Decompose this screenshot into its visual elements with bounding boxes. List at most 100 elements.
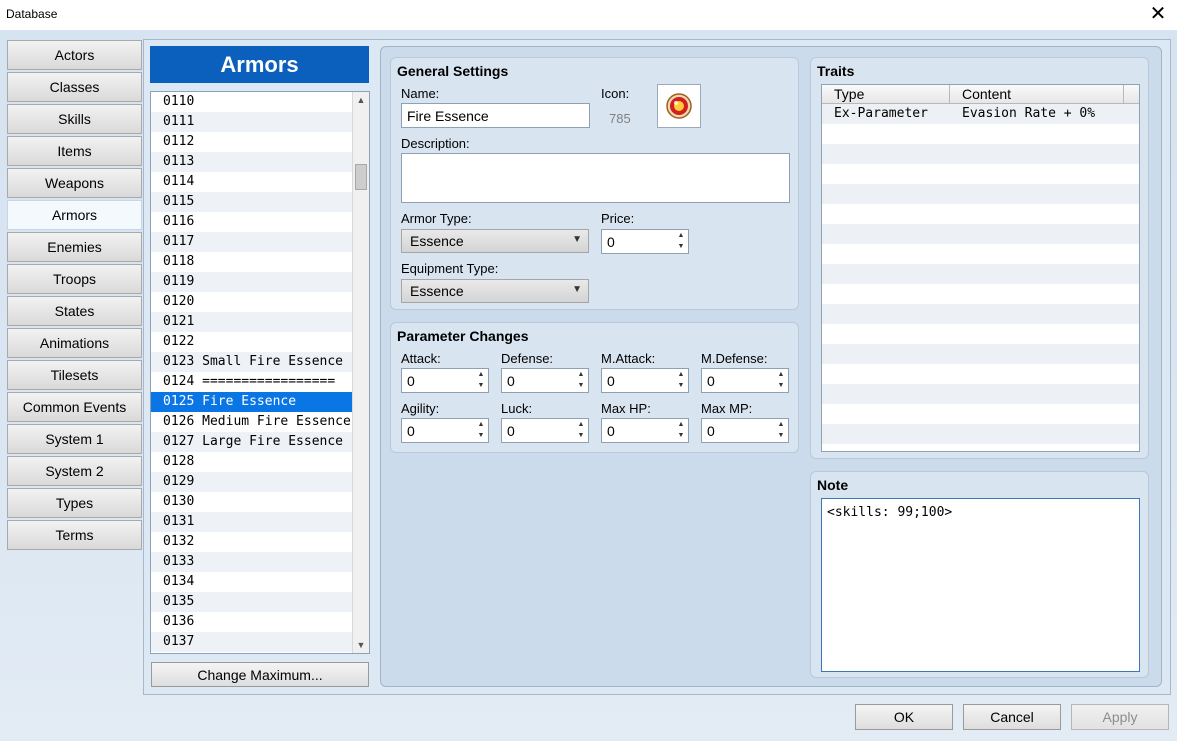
list-item[interactable]: 0136 (151, 612, 369, 632)
list-item[interactable]: 0117 (151, 232, 369, 252)
tab-states[interactable]: States (7, 296, 142, 326)
tab-system-1[interactable]: System 1 (7, 424, 142, 454)
tab-enemies[interactable]: Enemies (7, 232, 142, 262)
table-row[interactable] (822, 324, 1139, 344)
list-item[interactable]: 0124 ================= (151, 372, 369, 392)
description-field[interactable] (401, 153, 790, 203)
list-item[interactable]: 0121 (151, 312, 369, 332)
list-item[interactable]: 0130 (151, 492, 369, 512)
list-item[interactable]: 0128 (151, 452, 369, 472)
spin-arrows-icon[interactable]: ▲ ▼ (576, 369, 586, 391)
table-row[interactable] (822, 164, 1139, 184)
table-row[interactable]: Ex-Parameter Evasion Rate + 0% (822, 104, 1139, 124)
traits-table[interactable]: Type Content Ex-Parameter Evasion Rate + … (821, 84, 1140, 452)
tab-terms[interactable]: Terms (7, 520, 142, 550)
max-hp-value: 0 (607, 422, 615, 439)
spin-arrows-icon[interactable]: ▲ ▼ (676, 419, 686, 441)
list-item[interactable]: 0118 (151, 252, 369, 272)
armor-type-select[interactable]: Essence ▼ (401, 229, 589, 253)
list-item[interactable]: 0137 (151, 632, 369, 652)
equipment-type-select[interactable]: Essence ▼ (401, 279, 589, 303)
tab-tilesets[interactable]: Tilesets (7, 360, 142, 390)
list-item[interactable]: 0115 (151, 192, 369, 212)
table-row[interactable] (822, 284, 1139, 304)
spin-arrows-icon[interactable]: ▲ ▼ (676, 230, 686, 252)
max-hp-stepper[interactable]: 0 ▲ ▼ (601, 418, 689, 443)
scroll-up-icon[interactable]: ▲ (353, 92, 369, 108)
price-stepper[interactable]: 0 ▲ ▼ (601, 229, 689, 254)
list-item[interactable]: 0132 (151, 532, 369, 552)
list-scrollbar[interactable]: ▲ ▼ (352, 92, 369, 653)
list-item[interactable]: 0116 (151, 212, 369, 232)
list-item[interactable]: 0111 (151, 112, 369, 132)
agility-stepper[interactable]: 0 ▲ ▼ (401, 418, 489, 443)
table-row[interactable] (822, 384, 1139, 404)
mdefense-stepper[interactable]: 0 ▲ ▼ (701, 368, 789, 393)
list-item[interactable]: 0112 (151, 132, 369, 152)
traits-col-type[interactable]: Type (822, 85, 950, 103)
table-row[interactable] (822, 304, 1139, 324)
tab-actors[interactable]: Actors (7, 40, 142, 70)
list-item[interactable]: 0133 (151, 552, 369, 572)
scroll-thumb[interactable] (355, 164, 367, 190)
tab-troops[interactable]: Troops (7, 264, 142, 294)
tab-armors[interactable]: Armors (7, 200, 142, 230)
tab-animations[interactable]: Animations (7, 328, 142, 358)
table-row[interactable] (822, 144, 1139, 164)
table-row[interactable] (822, 444, 1139, 451)
list-item[interactable]: 0127 Large Fire Essence (151, 432, 369, 452)
tab-system-2[interactable]: System 2 (7, 456, 142, 486)
scroll-down-icon[interactable]: ▼ (353, 637, 369, 653)
icon-selector[interactable] (657, 84, 701, 128)
table-row[interactable] (822, 264, 1139, 284)
list-item[interactable]: 0113 (151, 152, 369, 172)
defense-stepper[interactable]: 0 ▲ ▼ (501, 368, 589, 393)
table-row[interactable] (822, 364, 1139, 384)
name-field[interactable]: Fire Essence (401, 103, 590, 128)
tab-classes[interactable]: Classes (7, 72, 142, 102)
spin-arrows-icon[interactable]: ▲ ▼ (476, 369, 486, 391)
armor-list[interactable]: 0110 0111 0112 0113 0114 0115 0116 0117 0118 0119… (150, 91, 370, 654)
spin-arrows-icon[interactable]: ▲ ▼ (776, 419, 786, 441)
close-icon[interactable]: ✕ (1147, 3, 1169, 25)
table-row[interactable] (822, 344, 1139, 364)
list-item[interactable]: 0129 (151, 472, 369, 492)
list-item[interactable]: 0126 Medium Fire Essence (151, 412, 369, 432)
table-row[interactable] (822, 244, 1139, 264)
list-item[interactable]: 0134 (151, 572, 369, 592)
spin-arrows-icon[interactable]: ▲ ▼ (576, 419, 586, 441)
table-row[interactable] (822, 204, 1139, 224)
apply-button[interactable]: Apply (1071, 704, 1169, 730)
max-mp-stepper[interactable]: 0 ▲ ▼ (701, 418, 789, 443)
note-textarea[interactable]: <skills: 99;100> (821, 498, 1140, 672)
list-item[interactable]: 0110 (151, 92, 369, 112)
table-row[interactable] (822, 184, 1139, 204)
list-item[interactable]: 0123 Small Fire Essence (151, 352, 369, 372)
list-item[interactable]: 0120 (151, 292, 369, 312)
tab-weapons[interactable]: Weapons (7, 168, 142, 198)
list-item[interactable]: 0135 (151, 592, 369, 612)
traits-col-content[interactable]: Content (950, 85, 1124, 103)
tab-skills[interactable]: Skills (7, 104, 142, 134)
table-row[interactable] (822, 224, 1139, 244)
luck-stepper[interactable]: 0 ▲ ▼ (501, 418, 589, 443)
mattack-stepper[interactable]: 0 ▲ ▼ (601, 368, 689, 393)
spin-arrows-icon[interactable]: ▲ ▼ (476, 419, 486, 441)
spin-arrows-icon[interactable]: ▲ ▼ (776, 369, 786, 391)
tab-items[interactable]: Items (7, 136, 142, 166)
tab-types[interactable]: Types (7, 488, 142, 518)
ok-button[interactable]: OK (855, 704, 953, 730)
list-item[interactable]: 0119 (151, 272, 369, 292)
cancel-button[interactable]: Cancel (963, 704, 1061, 730)
spin-arrows-icon[interactable]: ▲ ▼ (676, 369, 686, 391)
change-maximum-button[interactable]: Change Maximum... (151, 662, 369, 687)
table-row[interactable] (822, 424, 1139, 444)
list-item[interactable]: 0131 (151, 512, 369, 532)
tab-common-events[interactable]: Common Events (7, 392, 142, 422)
table-row[interactable] (822, 404, 1139, 424)
list-item[interactable]: 0114 (151, 172, 369, 192)
list-item[interactable]: 0122 (151, 332, 369, 352)
list-item[interactable]: 0125 Fire Essence (151, 392, 369, 412)
attack-stepper[interactable]: 0 ▲ ▼ (401, 368, 489, 393)
table-row[interactable] (822, 124, 1139, 144)
